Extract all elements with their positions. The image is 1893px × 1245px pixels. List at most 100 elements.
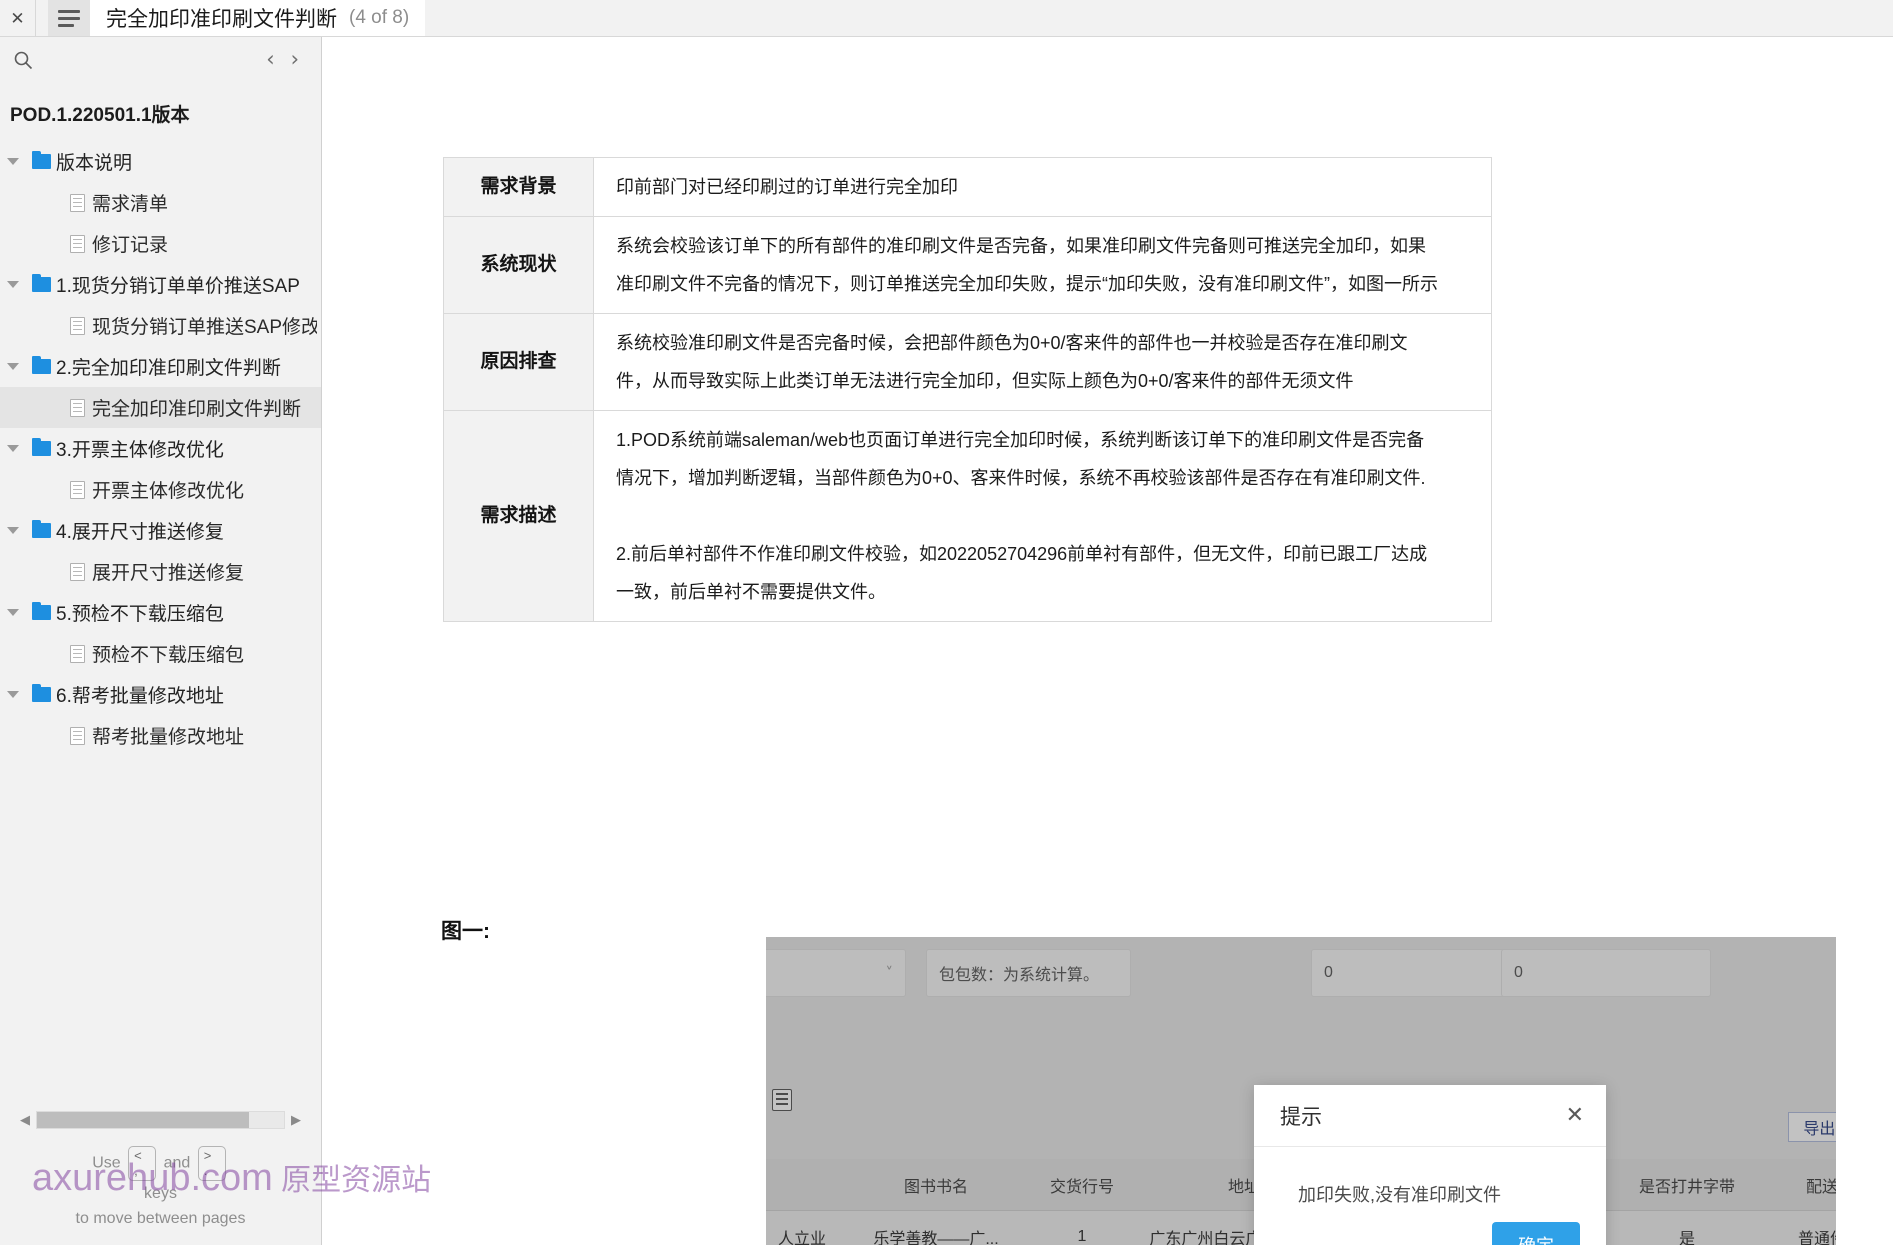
project-title: POD.1.220501.1版本 [0,82,321,139]
expand-caret-icon[interactable] [0,281,26,288]
expand-caret-icon[interactable] [0,527,26,534]
column-header: 是否打井字带 [1612,1173,1762,1197]
tree-item-label: 开票主体修改优化 [92,476,244,503]
page-title: 完全加印准印刷文件判断 [106,3,337,33]
list-view-icon [772,1089,792,1111]
scrollbar-thumb[interactable] [37,1112,249,1128]
key-next-sub: . [204,1164,220,1178]
spec-row-value: 系统会校验该订单下的所有部件的准印刷文件是否完备，如果准印刷文件完备则可推送完全… [594,217,1492,314]
horizontal-scrollbar[interactable]: ◀ ▶ [20,1108,301,1132]
prev-page-chevron-icon[interactable]: ‹ [266,49,274,70]
expand-caret-icon[interactable] [0,691,26,698]
tree-item-2[interactable]: 需求清单 [0,182,321,223]
tree-item-15[interactable]: 帮考批量修改地址 [0,715,321,756]
table-cell: 是 [1612,1225,1762,1245]
expand-caret-icon[interactable] [0,609,26,616]
figure-caption: 图一: [441,915,490,945]
spec-line: 印前部门对已经印刷过的订单进行完全加印 [616,168,1485,206]
scroll-left-arrow-icon[interactable]: ◀ [20,1114,30,1127]
page-icon [62,317,92,335]
scroll-right-arrow-icon[interactable]: ▶ [291,1114,301,1127]
tree-item-label: 6.帮考批量修改地址 [56,681,224,708]
tree-item-3[interactable]: 修订记录 [0,223,321,264]
expand-caret-icon[interactable] [0,363,26,370]
page-icon [62,645,92,663]
column-header: 配送 [1762,1173,1836,1197]
tree-item-14[interactable]: 6.帮考批量修改地址 [0,674,321,715]
tree-item-9[interactable]: 开票主体修改优化 [0,469,321,510]
page-icon [62,563,92,581]
close-icon[interactable]: ✕ [1566,1105,1584,1127]
spec-line: 一致，前后单衬不需要提供文件。 [616,573,1485,611]
tree-item-8[interactable]: 3.开票主体修改优化 [0,428,321,469]
folder-icon [26,687,56,702]
spec-row: 原因排查系统校验准印刷文件是否完备时候，会把部件颜色为0+0/客来件的部件也一并… [444,314,1492,411]
alert-dialog: 提示 ✕ 加印失败,没有准印刷文件 确定 [1254,1085,1606,1245]
scrollbar-track[interactable] [36,1111,285,1129]
page-icon [62,235,92,253]
confirm-button[interactable]: 确定 [1492,1222,1580,1245]
expand-caret-icon[interactable] [0,445,26,452]
spec-row-label: 需求描述 [444,411,594,622]
page-icon [62,481,92,499]
key-prev: < , [128,1146,156,1181]
tree-item-4[interactable]: 1.现货分销订单单价推送SAP [0,264,321,305]
spec-row-value: 印前部门对已经印刷过的订单进行完全加印 [594,158,1492,217]
tree-item-label: 1.现货分销订单单价推送SAP [56,271,300,298]
tree-item-label: 展开尺寸推送修复 [92,558,244,585]
spec-row: 需求背景印前部门对已经印刷过的订单进行完全加印 [444,158,1492,217]
tree-item-label: 修订记录 [92,230,168,257]
tree-item-label: 4.展开尺寸推送修复 [56,517,224,544]
sidebar: ‹ › POD.1.220501.1版本 版本说明需求清单修订记录 1.现货分销订… [0,37,322,1245]
dialog-header: 提示 ✕ [1254,1085,1606,1147]
column-header: 图书书名 [838,1173,1034,1197]
tree-item-label: 3.开票主体修改优化 [56,435,224,462]
number-field-1[interactable]: 0 [1311,949,1516,997]
export-button[interactable]: 导出交... [1788,1112,1836,1142]
tree-item-1[interactable]: 版本说明 [0,141,321,182]
hint-keys-word: keys [30,1181,291,1206]
hamburger-menu-icon[interactable] [48,0,90,36]
hint-tail: to move between pages [30,1206,291,1231]
dialog-message: 加印失败,没有准印刷文件 [1254,1147,1606,1207]
tree-item-13[interactable]: 预检不下载压缩包 [0,633,321,674]
top-bar: ✕ 完全加印准印刷文件判断 (4 of 8) [0,0,1893,37]
page-tree: 版本说明需求清单修订记录 1.现货分销订单单价推送SAP 现货分销订单推送SAP修改… [0,139,321,1102]
spec-line: 件，从而导致实际上此类订单无法进行完全加印，但实际上颜色为0+0/客来件的部件无… [616,362,1485,400]
tree-item-7[interactable]: 完全加印准印刷文件判断 [0,387,321,428]
keyboard-hint: Use < , and > . keys to move between pag… [0,1132,321,1231]
folder-icon [26,154,56,169]
page-icon [62,727,92,745]
spec-row: 系统现状系统会校验该订单下的所有部件的准印刷文件是否完备，如果准印刷文件完备则可… [444,217,1492,314]
spec-line: 情况下，增加判断逻辑，当部件颜色为0+0、客来件时候，系统不再校验该部件是否存在… [616,459,1485,497]
requirement-spec-table: 需求背景印前部门对已经印刷过的订单进行完全加印系统现状系统会校验该订单下的所有部… [443,157,1492,622]
tree-item-5[interactable]: 现货分销订单推送SAP修改 [0,305,321,346]
key-next-main: > [204,1149,220,1163]
page-counter: (4 of 8) [349,7,409,29]
chevron-down-icon: ˅ [886,964,894,982]
tree-item-12[interactable]: 5.预检不下载压缩包 [0,592,321,633]
spec-row-label: 需求背景 [444,158,594,217]
tree-item-10[interactable]: 4.展开尺寸推送修复 [0,510,321,551]
spec-line: 准印刷文件不完备的情况下，则订单推送完全加印失败，提示“加印失败，没有准印刷文件… [616,265,1485,303]
table-cell: 普通件 [1762,1225,1836,1245]
spec-row: 需求描述 1.POD系统前端saleman/web也页面订单进行完全加印时候，系统… [444,411,1492,622]
folder-icon [26,277,56,292]
tree-item-11[interactable]: 展开尺寸推送修复 [0,551,321,592]
hint-field: 包包数：为系统计算。 [926,949,1131,997]
search-icon[interactable] [8,45,38,75]
close-icon[interactable]: ✕ [0,0,36,36]
tree-item-label: 5.预检不下载压缩包 [56,599,224,626]
tree-item-label: 版本说明 [56,148,132,175]
hint-use: Use [92,1155,120,1172]
expand-caret-icon[interactable] [0,158,26,165]
page-icon [62,399,92,417]
spec-line: 系统校验准印刷文件是否完备时候，会把部件颜色为0+0/客来件的部件也一并校验是否… [616,324,1485,362]
table-cell: 乐学善教——广... [838,1225,1034,1245]
next-page-chevron-icon[interactable]: › [291,49,299,70]
tree-item-6[interactable]: 2.完全加印准印刷文件判断 [0,346,321,387]
table-cell: 1 [1034,1228,1130,1245]
number-field-2[interactable]: 0 [1501,949,1711,997]
select-field[interactable]: 文本 ˅ [766,949,906,997]
spec-line: 1.POD系统前端saleman/web也页面订单进行完全加印时候，系统判断该订… [616,421,1485,459]
